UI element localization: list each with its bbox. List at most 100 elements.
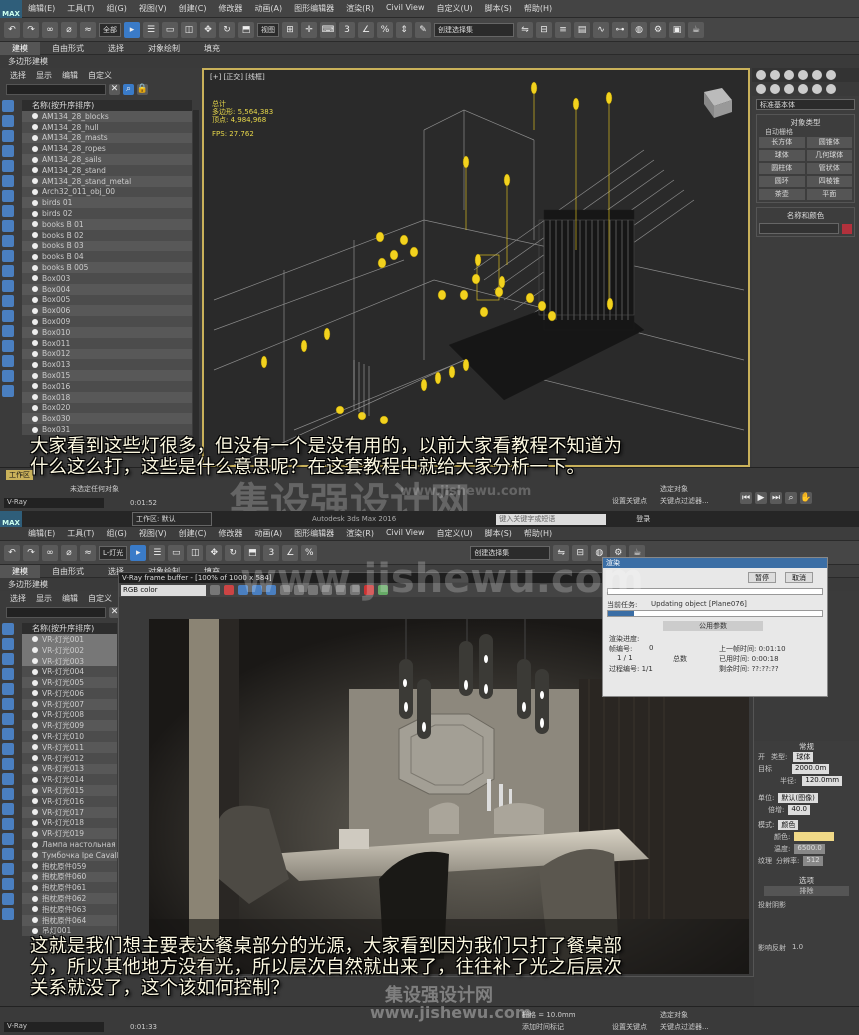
scene-menu-item[interactable]: 显示: [36, 70, 52, 81]
primitive-button[interactable]: 茶壶: [759, 189, 805, 200]
list-item[interactable]: VR-灯光005: [22, 677, 117, 688]
menu-item[interactable]: 脚本(S): [479, 528, 518, 539]
light-bulb-icon[interactable]: [32, 383, 38, 390]
light-bulb-icon[interactable]: [32, 927, 38, 934]
light-bulb-icon[interactable]: [32, 647, 38, 654]
display-filter-icon[interactable]: [2, 100, 14, 112]
prev-frame-icon[interactable]: ⏮: [740, 492, 752, 504]
list-scrollbar[interactable]: [193, 110, 199, 460]
list-item[interactable]: VR-灯光008: [22, 709, 117, 721]
list-item[interactable]: AM134_28_hull: [22, 121, 192, 133]
select-manipulate-icon[interactable]: ✛: [301, 21, 317, 38]
menu-item[interactable]: 工具(T): [61, 3, 100, 14]
menu-item[interactable]: 修改器: [212, 528, 248, 539]
ribbon-tab[interactable]: 自由形式: [40, 565, 96, 578]
motion-tab-icon[interactable]: [798, 70, 808, 80]
list-item[interactable]: 抱枕原件062: [22, 893, 117, 904]
display-filter-icon[interactable]: [2, 623, 14, 635]
list-item[interactable]: Лампа настольная: [22, 839, 117, 850]
save-image-icon[interactable]: [210, 585, 220, 595]
menu-item[interactable]: 视图(V): [133, 528, 173, 539]
play-icon[interactable]: ▶: [755, 492, 767, 504]
hierarchy-tab-icon[interactable]: [784, 70, 794, 80]
create-tab-icon[interactable]: [756, 70, 766, 80]
max-logo[interactable]: MAX: [0, 0, 22, 18]
primitive-button[interactable]: 长方体: [759, 137, 805, 148]
cancel-button[interactable]: 取消: [785, 572, 813, 583]
display-filter-icon[interactable]: [2, 145, 14, 157]
light-bulb-icon[interactable]: [32, 156, 38, 163]
move-icon[interactable]: ✥: [200, 21, 216, 38]
list-item[interactable]: Box006: [22, 305, 192, 317]
ribbon-tab[interactable]: 填充: [192, 42, 232, 55]
workspace-select[interactable]: 工作区: 默认: [132, 512, 212, 526]
next-frame-icon[interactable]: ⏭: [770, 492, 782, 504]
ref-coord-select[interactable]: 视图: [257, 22, 279, 37]
help-search-input[interactable]: 键入关键字或短语: [496, 513, 607, 525]
display-filter-icon[interactable]: [2, 653, 14, 665]
display-filter-icon[interactable]: [2, 863, 14, 875]
zoom-icon[interactable]: ⌕: [785, 492, 797, 504]
menu-item[interactable]: 动画(A): [248, 3, 288, 14]
display-filter-icon[interactable]: [2, 370, 14, 382]
list-item[interactable]: VR-灯光012: [22, 752, 117, 764]
menu-item[interactable]: 自定义(U): [430, 528, 478, 539]
list-item[interactable]: 抱枕原件064: [22, 914, 117, 926]
light-bulb-icon[interactable]: [32, 113, 38, 120]
list-item[interactable]: books B 02: [22, 229, 192, 241]
multiplier-input[interactable]: 40.0: [788, 805, 810, 815]
menu-item[interactable]: 创建(C): [173, 528, 213, 539]
snap-icon[interactable]: 3: [339, 21, 355, 38]
mode-select[interactable]: 颜色: [778, 820, 799, 830]
light-bulb-icon[interactable]: [32, 188, 38, 195]
list-item[interactable]: 抱枕原件061: [22, 882, 117, 894]
light-bulb-icon[interactable]: [32, 755, 38, 762]
radius-input[interactable]: 120.0mm: [802, 776, 843, 786]
list-item[interactable]: Тумбочка Ipe Cavalli: [22, 849, 121, 861]
auto-grid-checkbox[interactable]: 自动栅格: [759, 127, 852, 137]
light-bulb-icon[interactable]: [32, 863, 38, 870]
pause-button[interactable]: 暂停: [748, 572, 776, 583]
menu-item[interactable]: 编辑(E): [22, 528, 61, 539]
display-filter-icon[interactable]: [2, 878, 14, 890]
list-item[interactable]: 抱枕原件059: [22, 860, 117, 872]
display-filter-icon[interactable]: [2, 160, 14, 172]
display-filter-icon[interactable]: [2, 848, 14, 860]
redo-icon[interactable]: ↷: [23, 21, 39, 38]
material-editor-icon[interactable]: ◍: [631, 21, 647, 38]
list-item[interactable]: Box018: [22, 391, 192, 403]
ribbon-tab[interactable]: 自由形式: [40, 42, 96, 55]
texture-checkbox[interactable]: 纹理: [758, 856, 772, 866]
display-filter-icon[interactable]: [2, 698, 14, 710]
viewport-orthographic[interactable]: [+] [正交] [线框] 总计 多边形: 5,564,383 顶点: 4,98…: [202, 68, 750, 467]
undo-icon[interactable]: ↶: [4, 21, 20, 38]
light-bulb-icon[interactable]: [32, 210, 38, 217]
ribbon-tab[interactable]: 选择: [96, 42, 136, 55]
list-item[interactable]: 抱枕原件060: [22, 871, 117, 883]
light-bulb-icon[interactable]: [32, 286, 38, 293]
render-icon[interactable]: ☕: [688, 21, 704, 38]
menu-item[interactable]: 组(G): [100, 528, 132, 539]
display-filter-icon[interactable]: [2, 773, 14, 785]
list-item[interactable]: AM134_28_sails: [22, 154, 192, 165]
display-filter-icon[interactable]: [2, 743, 14, 755]
list-item[interactable]: VR-灯光014: [22, 774, 117, 786]
render-frame-icon[interactable]: ▣: [669, 21, 685, 38]
light-bulb-icon[interactable]: [32, 426, 38, 433]
viewcube-icon[interactable]: [704, 88, 732, 118]
list-item[interactable]: Box020: [22, 402, 192, 414]
display-filter-icon[interactable]: [2, 355, 14, 367]
window-crossing-icon[interactable]: ◫: [181, 21, 197, 38]
list-item[interactable]: books B 01: [22, 218, 192, 230]
display-filter-icon[interactable]: [2, 713, 14, 725]
rotate-icon-2[interactable]: ↻: [225, 544, 242, 561]
light-bulb-icon[interactable]: [32, 318, 38, 325]
scale-icon[interactable]: ⬒: [238, 21, 254, 38]
login-link[interactable]: 登录: [636, 514, 650, 524]
menu-item[interactable]: 自定义(U): [430, 3, 478, 14]
options-section[interactable]: 选项: [754, 875, 859, 885]
redo-icon-2[interactable]: ↷: [23, 544, 39, 561]
list-item[interactable]: Box030: [22, 413, 192, 425]
display-filter-icon[interactable]: [2, 683, 14, 695]
light-bulb-icon[interactable]: [32, 895, 38, 902]
